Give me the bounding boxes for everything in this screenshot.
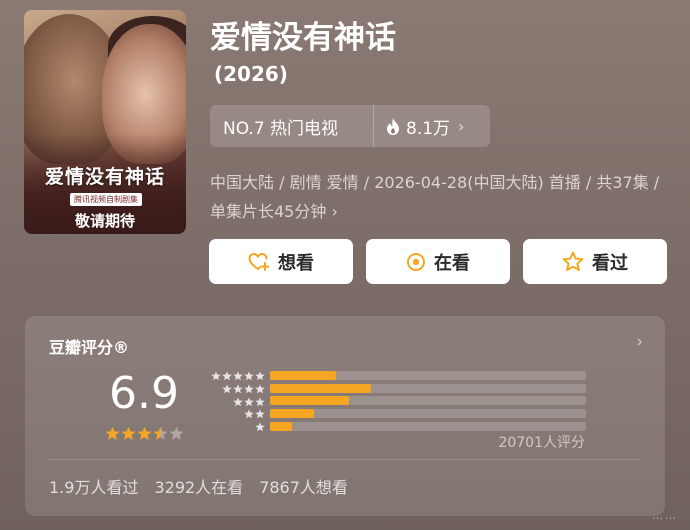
chevron-right-icon: › — [331, 202, 338, 221]
rating-star-icon — [121, 426, 136, 445]
chevron-right-icon: › — [458, 116, 465, 136]
watching-count: 3292人在看 — [154, 478, 244, 497]
rating-header: 豆瓣评分® — [49, 338, 130, 357]
rating-star-icon — [105, 426, 120, 445]
rating-bar-fill — [270, 396, 349, 406]
watermark: …… — [652, 509, 678, 522]
page-title: 爱情没有神话 — [210, 20, 396, 56]
rating-bar-track — [270, 409, 586, 419]
star-icon — [562, 251, 584, 271]
poster-image[interactable]: 爱情没有神话 腾讯视频自制剧集 敬请期待 — [24, 10, 186, 234]
rating-bar-track — [270, 422, 586, 432]
poster-title: 爱情没有神话 — [44, 166, 165, 188]
rating-bar-track — [270, 383, 586, 393]
watching-label: 在看 — [434, 252, 470, 274]
poster-subtitle: 敬请期待 — [74, 212, 135, 230]
watching-button[interactable]: 在看 — [366, 239, 510, 284]
heat-value: 8.1万 — [406, 118, 451, 139]
mini-star-icon — [255, 417, 265, 436]
rank-pill[interactable]: NO.7 热门电视 8.1万 › — [210, 105, 490, 147]
rating-score: 6.9 — [109, 368, 179, 419]
want-to-watch-label: 想看 — [278, 252, 314, 274]
rating-distribution — [205, 369, 586, 433]
rating-stars — [105, 426, 185, 445]
watched-label: 看过 — [592, 252, 628, 274]
show-info-text: 中国大陆 / 剧情 爱情 / 2026-04-28(中国大陆) 首播 / 共37… — [210, 173, 660, 221]
heart-plus-icon — [248, 252, 270, 271]
rating-star-icon — [153, 426, 168, 445]
rank-label: NO.7 热门电视 — [223, 118, 339, 139]
rating-bar-track — [270, 370, 586, 380]
rating-count: 20701人评分 — [498, 435, 585, 451]
want-count: 7867人想看 — [259, 478, 348, 497]
target-icon — [407, 252, 425, 271]
mini-stars — [205, 417, 265, 436]
heat-indicator[interactable]: 8.1万 › — [374, 114, 464, 139]
rating-bar-track — [270, 396, 586, 406]
rating-card[interactable]: 豆瓣评分® › 6.9 20701人评分 1.9万人看过 3292人在看 786… — [25, 316, 665, 516]
rating-bar-fill — [270, 422, 293, 432]
rating-bar-fill — [270, 370, 337, 380]
want-to-watch-button[interactable]: 想看 — [209, 239, 353, 284]
rating-bar-fill — [270, 383, 372, 393]
rating-divider — [49, 459, 641, 460]
rating-star-icon — [169, 426, 184, 445]
watch-stats: 1.9万人看过 3292人在看 7867人想看 — [49, 474, 364, 498]
release-year: (2026) — [214, 62, 288, 86]
rating-star-icon — [137, 426, 152, 445]
watched-count: 1.9万人看过 — [49, 478, 139, 497]
rating-bar-fill — [270, 409, 315, 419]
chevron-right-icon[interactable]: › — [636, 332, 643, 352]
show-info[interactable]: 中国大陆 / 剧情 爱情 / 2026-04-28(中国大陆) 首播 / 共37… — [210, 168, 670, 226]
watched-button[interactable]: 看过 — [523, 239, 667, 284]
flame-icon — [387, 117, 399, 135]
poster-tag: 腾讯视频自制剧集 — [70, 193, 142, 206]
